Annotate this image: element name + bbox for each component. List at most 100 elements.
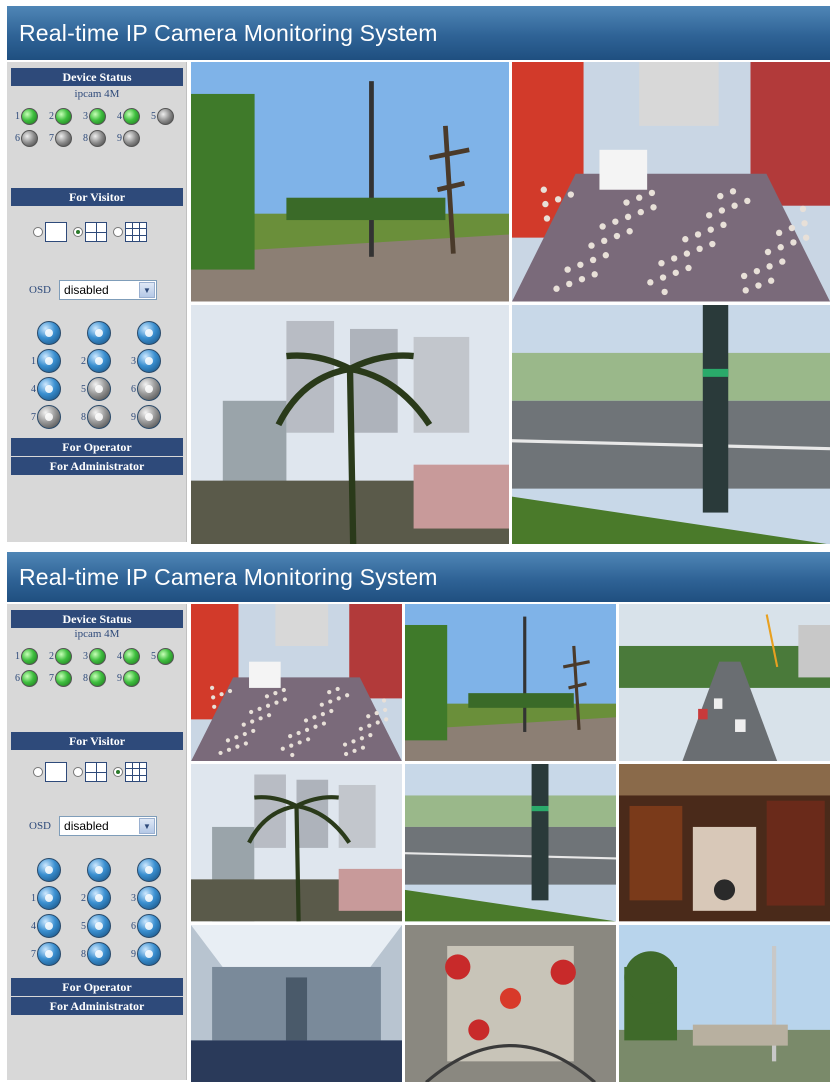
device-2[interactable]: 2	[47, 646, 81, 666]
page-title: Real-time IP Camera Monitoring System	[7, 552, 830, 602]
layout-single-option[interactable]	[33, 222, 67, 242]
camera-view-1[interactable]	[191, 604, 402, 762]
camera-view-4[interactable]	[191, 764, 402, 922]
device-5[interactable]: 5	[149, 106, 183, 126]
preset-button-icon[interactable]	[137, 377, 161, 401]
device-name: ipcam 4M	[74, 88, 120, 100]
camera-view-3[interactable]	[191, 304, 509, 544]
device-number: 1	[15, 650, 20, 662]
camera-view-5[interactable]	[405, 764, 616, 922]
camera-view-6[interactable]	[619, 764, 830, 922]
device-number: 6	[15, 132, 20, 144]
preset-button-icon[interactable]	[137, 914, 161, 938]
device-6[interactable]: 6	[13, 668, 47, 688]
ptz-control-a	[27, 319, 77, 347]
preset-button-icon[interactable]	[37, 349, 61, 373]
preset-button-icon[interactable]	[37, 886, 61, 910]
device-4[interactable]: 4	[115, 646, 149, 666]
preset-button-icon[interactable]	[37, 405, 61, 429]
camera-grid	[191, 604, 830, 1082]
status-led-icon	[123, 129, 140, 147]
layout-radio[interactable]	[33, 227, 43, 237]
chevron-down-icon[interactable]: ▼	[139, 282, 156, 298]
layout-radio[interactable]	[113, 227, 123, 237]
device-number: 7	[49, 672, 54, 684]
layout-radio[interactable]	[73, 227, 83, 237]
device-9[interactable]: 9	[115, 668, 149, 688]
layout-nine-option[interactable]	[113, 222, 147, 242]
for-administrator-button[interactable]: For Administrator	[11, 997, 183, 1015]
preset-button-icon[interactable]	[137, 886, 161, 910]
preset-5: 5	[77, 912, 127, 940]
preset-number: 6	[131, 383, 136, 395]
layout-radio[interactable]	[113, 767, 123, 777]
device-7[interactable]: 7	[47, 128, 81, 148]
osd-row: OSD disabled ▼	[29, 280, 158, 300]
layout-nine-option[interactable]	[113, 762, 147, 782]
preset-button-icon[interactable]	[87, 405, 111, 429]
preset-number: 3	[131, 892, 136, 904]
ptz-button-icon[interactable]	[37, 858, 61, 882]
camera-view-3[interactable]	[619, 604, 830, 762]
device-6[interactable]: 6	[13, 128, 47, 148]
camera-view-4[interactable]	[512, 304, 830, 544]
device-3[interactable]: 3	[81, 106, 115, 126]
layout-single-option[interactable]	[33, 762, 67, 782]
preset-button-icon[interactable]	[37, 377, 61, 401]
device-1[interactable]: 1	[13, 646, 47, 666]
device-3[interactable]: 3	[81, 646, 115, 666]
preset-button-icon[interactable]	[37, 914, 61, 938]
device-9[interactable]: 9	[115, 128, 149, 148]
preset-button-icon[interactable]	[37, 942, 61, 966]
preset-button-icon[interactable]	[137, 405, 161, 429]
preset-6: 6	[127, 912, 177, 940]
layout-quad-option[interactable]	[73, 762, 107, 782]
device-8[interactable]: 8	[81, 128, 115, 148]
device-number: 6	[15, 672, 20, 684]
layout-radio[interactable]	[33, 767, 43, 777]
ptz-button-icon[interactable]	[37, 321, 61, 345]
ptz-button-icon[interactable]	[137, 321, 161, 345]
camera-grid	[191, 62, 830, 544]
device-4[interactable]: 4	[115, 106, 149, 126]
layout-quad-option[interactable]	[73, 222, 107, 242]
ptz-button-icon[interactable]	[137, 858, 161, 882]
preset-button-icon[interactable]	[137, 942, 161, 966]
preset-8: 8	[77, 940, 127, 968]
preset-button-icon[interactable]	[87, 349, 111, 373]
camera-view-1[interactable]	[191, 62, 509, 302]
monitor-panel-quad: Real-time IP Camera Monitoring System De…	[7, 6, 830, 544]
status-led-icon	[21, 669, 38, 687]
device-8[interactable]: 8	[81, 668, 115, 688]
layout-radio[interactable]	[73, 767, 83, 777]
preset-button-icon[interactable]	[137, 349, 161, 373]
camera-view-7[interactable]	[191, 924, 402, 1082]
osd-select-value: disabled	[64, 819, 109, 833]
device-number: 3	[83, 650, 88, 662]
camera-view-2[interactable]	[405, 604, 616, 762]
ptz-button-icon[interactable]	[87, 858, 111, 882]
status-led-icon	[123, 647, 140, 665]
preset-button-icon[interactable]	[87, 914, 111, 938]
chevron-down-icon[interactable]: ▼	[139, 818, 156, 834]
preset-number: 4	[31, 920, 36, 932]
ptz-button-icon[interactable]	[87, 321, 111, 345]
preset-number: 7	[31, 948, 36, 960]
for-operator-button[interactable]: For Operator	[11, 438, 183, 456]
preset-row-3: 7 8 9	[27, 940, 177, 968]
device-5[interactable]: 5	[149, 646, 183, 666]
for-operator-button[interactable]: For Operator	[11, 978, 183, 996]
osd-select[interactable]: disabled ▼	[59, 280, 158, 300]
device-2[interactable]: 2	[47, 106, 81, 126]
preset-3: 3	[127, 347, 177, 375]
device-1[interactable]: 1	[13, 106, 47, 126]
for-administrator-button[interactable]: For Administrator	[11, 457, 183, 475]
camera-view-8[interactable]	[405, 924, 616, 1082]
camera-view-9[interactable]	[619, 924, 830, 1082]
osd-select[interactable]: disabled ▼	[59, 816, 158, 836]
camera-view-2[interactable]	[512, 62, 830, 302]
device-7[interactable]: 7	[47, 668, 81, 688]
preset-button-icon[interactable]	[87, 377, 111, 401]
preset-button-icon[interactable]	[87, 942, 111, 966]
preset-button-icon[interactable]	[87, 886, 111, 910]
